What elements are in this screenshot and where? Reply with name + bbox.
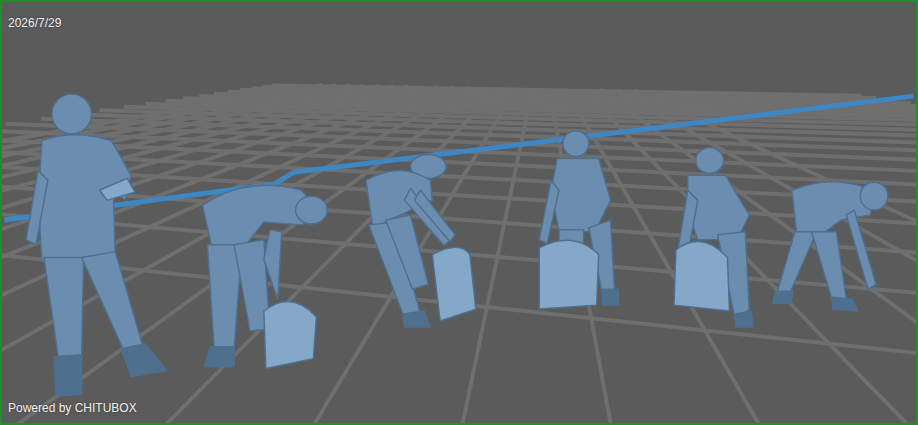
kneeling-figure-model[interactable] — [674, 148, 753, 327]
scene-canvas[interactable] — [2, 2, 916, 423]
watermark-label: Powered by CHITUBOX — [8, 401, 137, 415]
axis-line — [4, 96, 913, 220]
floor-grid — [2, 85, 916, 423]
picking-figure-model[interactable] — [773, 182, 888, 311]
bucket-figure-model[interactable] — [539, 131, 618, 309]
sack-lifting-figure-model[interactable] — [366, 155, 476, 327]
bending-figure-model[interactable] — [202, 185, 327, 368]
viewport[interactable]: 2026/7/29 Powered by CHITUBOX — [0, 0, 918, 425]
date-label: 2026/7/29 — [8, 16, 61, 30]
standing-figure-model[interactable] — [26, 94, 167, 396]
